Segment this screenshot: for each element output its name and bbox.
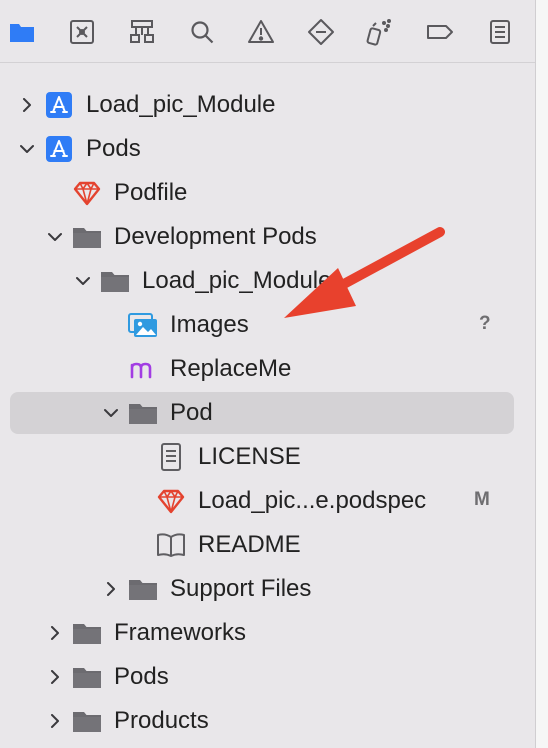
tree-item-label: Images (170, 311, 249, 338)
tree-item-label: LICENSE (198, 443, 301, 470)
test-diamond-icon[interactable] (305, 16, 337, 48)
chevron-down-icon[interactable] (74, 271, 92, 291)
tree-item-label: Pods (114, 663, 169, 690)
folder-icon (70, 663, 104, 691)
tree-item-label: Frameworks (114, 619, 247, 646)
folder-icon (98, 267, 132, 295)
app-project-icon (42, 91, 76, 119)
selection-highlight (10, 392, 514, 434)
image-assets-icon (126, 311, 160, 339)
tree-item-label: Products (114, 707, 209, 734)
book-icon (154, 531, 188, 559)
warning-icon[interactable] (245, 16, 277, 48)
folder-icon (70, 707, 104, 735)
tree-row[interactable]: LICENSE (0, 435, 536, 479)
source-control-icon[interactable] (66, 16, 98, 48)
tree-item-label: Podfile (114, 179, 188, 206)
ruby-gem-icon (70, 179, 104, 207)
document-icon (154, 443, 188, 471)
tree-row[interactable]: Images? (0, 303, 536, 347)
folder-icon (70, 619, 104, 647)
breakpoint-icon[interactable] (424, 16, 456, 48)
folder-icon (70, 223, 104, 251)
tree-item-label: README (198, 531, 301, 558)
tree-row[interactable]: Development Pods (0, 215, 536, 259)
tree-item-label: Support Files (170, 575, 312, 602)
tree-row[interactable]: Frameworks (0, 611, 536, 655)
tree-item-label: Load_pic_Module (86, 91, 276, 118)
tree-row[interactable]: Products (0, 699, 536, 743)
tree-row[interactable]: Pods (0, 127, 536, 171)
tree-row[interactable]: Support Files (0, 567, 536, 611)
tree-row[interactable]: README (0, 523, 536, 567)
chevron-right-icon[interactable] (46, 623, 64, 643)
app-project-icon (42, 135, 76, 163)
ruby-gem-icon (154, 487, 188, 515)
source-control-status-badge: M (474, 489, 490, 510)
chevron-right-icon[interactable] (102, 579, 120, 599)
chevron-down-icon[interactable] (18, 139, 36, 159)
tree-row[interactable]: Load_pic...e.podspec M (0, 479, 536, 523)
search-icon[interactable] (186, 16, 218, 48)
chevron-right-icon[interactable] (18, 95, 36, 115)
debug-spray-icon[interactable] (362, 16, 394, 48)
tree-row[interactable]: Podfile (0, 171, 536, 215)
tree-row[interactable]: ReplaceMe (0, 347, 536, 391)
tree-row[interactable]: Pods (0, 655, 536, 699)
source-control-status-badge: ? (479, 313, 491, 334)
tree-item-label: ReplaceMe (170, 355, 292, 382)
tree-row[interactable]: Load_pic_Module (0, 83, 536, 127)
tree-item-label: Pods (86, 135, 141, 162)
chevron-down-icon[interactable] (102, 403, 120, 423)
tree-item-label: Load_pic...e.podspec (198, 487, 427, 514)
tree-item-label: Development Pods (114, 223, 317, 250)
tree-row[interactable]: Pod (0, 391, 536, 435)
chevron-down-icon[interactable] (46, 227, 64, 247)
folder-icon (126, 575, 160, 603)
report-icon[interactable] (484, 16, 516, 48)
folder-icon (126, 399, 160, 427)
tree-item-label: Load_pic_Module (142, 267, 332, 294)
m-file-icon (126, 355, 160, 383)
scroll-edge (535, 0, 548, 748)
folder-icon[interactable] (6, 16, 38, 48)
tree-item-label: Pod (170, 399, 213, 426)
navigator-toolbar (0, 0, 536, 63)
tree-row[interactable]: Load_pic_Module (0, 259, 536, 303)
chevron-right-icon[interactable] (46, 667, 64, 687)
chevron-right-icon[interactable] (46, 711, 64, 731)
hierarchy-icon[interactable] (126, 16, 158, 48)
